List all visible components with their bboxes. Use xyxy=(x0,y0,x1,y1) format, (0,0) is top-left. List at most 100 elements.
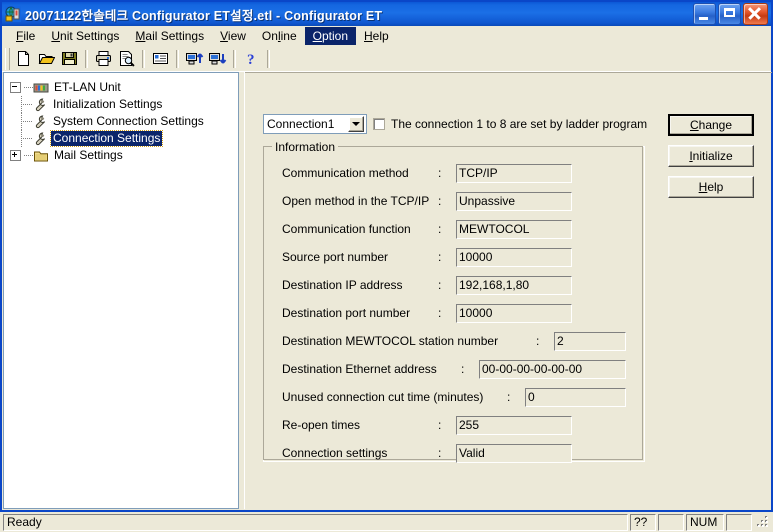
tree-node-label: Initialization Settings xyxy=(53,97,163,111)
field-colon: : xyxy=(461,362,465,376)
application-window: 20071122한솔테크 Configurator ET설정.etl - Con… xyxy=(0,0,773,532)
chevron-down-icon[interactable] xyxy=(348,116,364,132)
tree-node-et-lan-unit[interactable]: ET-LAN Unit xyxy=(10,79,238,96)
close-button[interactable] xyxy=(743,3,768,25)
connection-select[interactable]: Connection1 xyxy=(263,114,367,134)
window-controls xyxy=(693,3,768,25)
tree-connector xyxy=(23,137,32,140)
upload-icon[interactable] xyxy=(183,48,206,70)
field-row-connection-settings: Connection settings : Valid xyxy=(264,443,644,463)
status-pane-blank-1 xyxy=(658,513,684,531)
unit-icon xyxy=(33,80,49,96)
status-pane-num: NUM xyxy=(686,513,724,531)
menu-view-label: iew xyxy=(227,29,246,43)
field-colon: : xyxy=(536,334,540,348)
folder-icon xyxy=(33,148,49,164)
field-colon: : xyxy=(438,194,442,208)
client-area: File Unit Settings Mail Settings View On… xyxy=(2,26,772,532)
toolbar-separator-3 xyxy=(176,49,179,68)
menu-option-label: ption xyxy=(321,29,348,43)
print-icon[interactable] xyxy=(92,48,115,70)
network-device-icon xyxy=(5,6,21,22)
svg-text:?: ? xyxy=(247,52,255,67)
panel-top-divider xyxy=(245,72,772,73)
menu-view[interactable]: View xyxy=(212,27,254,45)
field-row-source-port: Source port number : 10000 xyxy=(264,247,644,267)
menu-online-post: ine xyxy=(280,29,297,43)
field-label: Destination MEWTOCOL station number xyxy=(282,334,499,348)
help-button[interactable]: Help xyxy=(668,176,754,198)
menu-unit-settings[interactable]: Unit Settings xyxy=(43,27,127,45)
field-label: Communication function xyxy=(282,222,411,236)
field-row-communication-function: Communication function : MEWTOCOL xyxy=(264,219,644,239)
field-row-destination-port: Destination port number : 10000 xyxy=(264,303,644,323)
field-colon: : xyxy=(438,166,442,180)
field-label: Destination port number xyxy=(282,306,411,320)
help-button-label: elp xyxy=(707,180,724,194)
field-label: Connection settings xyxy=(282,446,388,460)
menu-help[interactable]: Help xyxy=(356,27,397,45)
field-label: Unused connection cut time (minutes) xyxy=(282,390,484,404)
expand-box-icon[interactable] xyxy=(10,150,21,161)
menu-mail-settings[interactable]: Mail Settings xyxy=(127,27,212,45)
menu-help-label: elp xyxy=(372,29,389,43)
field-value-connection-settings: Valid xyxy=(456,443,572,463)
toolbar-separator-1 xyxy=(85,49,88,68)
field-value-destination-ip: 192,168,1,80 xyxy=(456,275,572,295)
title-bar[interactable]: 20071122한솔테크 Configurator ET설정.etl - Con… xyxy=(2,2,771,26)
ladder-program-checkbox-row[interactable]: The connection 1 to 8 are set by ladder … xyxy=(373,117,657,131)
open-folder-icon[interactable] xyxy=(35,48,58,70)
field-label: Destination Ethernet address xyxy=(282,362,437,376)
field-value-communication-method: TCP/IP xyxy=(456,163,572,183)
settings-panel: Connection1 The connection 1 to 8 are se… xyxy=(244,72,772,509)
tree-node-label: System Connection Settings xyxy=(53,114,204,128)
menu-mail-settings-label: ail Settings xyxy=(145,29,205,43)
navigation-tree[interactable]: ET-LAN Unit Initialization Settings Syst… xyxy=(3,72,239,509)
wrench-icon xyxy=(32,114,48,130)
menu-file-label: ile xyxy=(23,29,36,43)
field-row-communication-method: Communication method : TCP/IP xyxy=(264,163,644,183)
help-question-icon[interactable]: ? xyxy=(240,48,263,70)
minimize-button[interactable] xyxy=(693,3,716,25)
field-value-source-port: 10000 xyxy=(456,247,572,267)
tree-node-initialization-settings[interactable]: Initialization Settings xyxy=(10,96,238,113)
tree-node-mail-settings[interactable]: Mail Settings xyxy=(10,147,238,164)
collapse-box-icon[interactable] xyxy=(10,82,21,93)
resize-grip-icon[interactable] xyxy=(756,515,770,529)
toolbar-separator-4 xyxy=(233,49,236,68)
status-message: Ready xyxy=(3,513,628,531)
save-disk-icon[interactable] xyxy=(58,48,81,70)
field-row-cut-time: Unused connection cut time (minutes) : 0 xyxy=(264,387,644,407)
new-file-icon[interactable] xyxy=(12,48,35,70)
tree-node-system-connection-settings[interactable]: System Connection Settings xyxy=(10,113,238,130)
menu-bar: File Unit Settings Mail Settings View On… xyxy=(2,26,771,46)
download-icon[interactable] xyxy=(206,48,229,70)
field-label: Open method in the TCP/IP xyxy=(282,194,430,208)
tree-node-connection-settings[interactable]: Connection Settings xyxy=(10,130,238,147)
menu-online[interactable]: Online xyxy=(254,27,305,45)
initialize-button[interactable]: Initialize xyxy=(668,145,754,167)
field-value-ethernet-address: 00-00-00-00-00-00 xyxy=(479,359,626,379)
field-colon: : xyxy=(438,446,442,460)
menu-option[interactable]: Option xyxy=(304,27,356,45)
ladder-program-checkbox[interactable] xyxy=(373,118,385,130)
field-colon: : xyxy=(438,222,442,236)
connection-select-value: Connection1 xyxy=(267,117,335,131)
properties-icon[interactable] xyxy=(149,48,172,70)
change-button[interactable]: Change xyxy=(668,114,754,136)
toolbar-grip[interactable] xyxy=(5,47,10,70)
field-row-destination-ip: Destination IP address : 192,168,1,80 xyxy=(264,275,644,295)
menu-unit-settings-label: nit Settings xyxy=(60,29,120,43)
field-row-open-method: Open method in the TCP/IP : Unpassive xyxy=(264,191,644,211)
maximize-button[interactable] xyxy=(718,3,741,25)
field-colon: : xyxy=(438,250,442,264)
menu-file[interactable]: File xyxy=(8,27,43,45)
ladder-program-checkbox-label: The connection 1 to 8 are set by ladder … xyxy=(391,117,648,131)
tree-connector xyxy=(24,86,33,89)
field-label: Communication method xyxy=(282,166,409,180)
field-value-reopen-times: 255 xyxy=(456,415,572,435)
status-pane-help: ?? xyxy=(630,513,656,531)
print-preview-icon[interactable] xyxy=(115,48,138,70)
information-group: Information Communication method : TCP/I… xyxy=(263,140,645,463)
menu-online-pre: On xyxy=(261,29,278,43)
